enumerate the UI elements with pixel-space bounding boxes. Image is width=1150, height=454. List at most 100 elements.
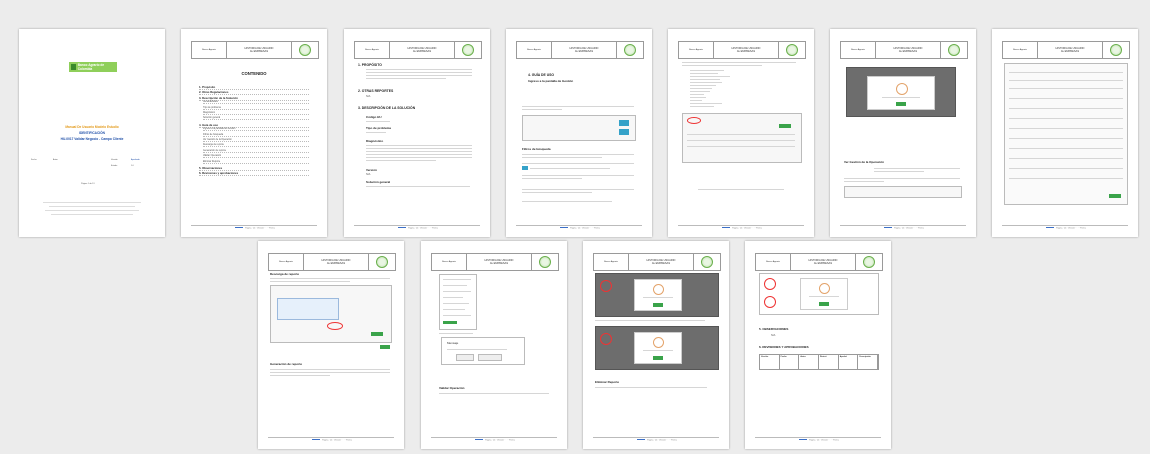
page-footer: Página · de · Versión · · · · Fecha xyxy=(755,436,881,441)
table-header-cell: Revisó xyxy=(819,355,839,369)
field-label: Versión xyxy=(366,168,377,172)
save-button xyxy=(1109,194,1121,198)
text-line xyxy=(844,181,884,182)
text-line xyxy=(530,168,610,169)
page-thumbnail-10[interactable]: Banco Agrario HISTORIA DE USUARIO AL EMPR… xyxy=(583,241,729,449)
section-heading: Descarga de reporte xyxy=(270,272,300,276)
text-line xyxy=(522,154,634,155)
page-thumbnail-3[interactable]: Banco Agrario HISTORIA DE USUARIO AL EMPR… xyxy=(344,29,490,237)
toc-item[interactable]: Generación de reporte xyxy=(203,150,309,153)
info-icon xyxy=(896,83,908,95)
toc-item[interactable]: 6. Revisiones y aprobaciones xyxy=(199,171,309,177)
page-thumbnail-7[interactable]: Banco Agrario HISTORIA DE USUARIO AL EMPR… xyxy=(992,29,1138,237)
menu-line xyxy=(443,285,467,286)
green-button xyxy=(371,332,383,336)
green-button xyxy=(380,345,390,349)
text-line xyxy=(366,69,472,70)
header-left: Banco Agrario xyxy=(269,254,304,270)
page-header: Banco Agrario HISTORIA DE USUARIO AL EMPR… xyxy=(191,41,319,59)
seal-icon xyxy=(1110,44,1122,56)
text-line xyxy=(522,106,634,107)
highlight-circle xyxy=(764,296,776,308)
section-heading: Filtros de búsqueda xyxy=(522,147,551,151)
toc-item[interactable]: Diagnóstico xyxy=(203,112,309,115)
footer-text: Página · de · Versión · · · · Fecha xyxy=(408,227,438,229)
form-line xyxy=(1009,148,1123,149)
page-thumbnail-11[interactable]: Banco Agrario HISTORIA DE USUARIO AL EMPR… xyxy=(745,241,891,449)
page-footer: Página · de · Versión · · · · Fecha xyxy=(516,224,642,229)
toc-item[interactable]: Ver Gestión de la Operación xyxy=(203,139,309,142)
text-line xyxy=(595,320,705,321)
section-heading: 6. REVISIONES Y APROBACIONES xyxy=(759,345,809,349)
text-line xyxy=(522,163,634,164)
table-line xyxy=(687,146,795,147)
text-line xyxy=(595,387,707,388)
page-header: Banco Agrario HISTORIA DE USUARIO AL EMPR… xyxy=(268,253,396,271)
header-subtitle: AL EMPRESAS xyxy=(813,262,833,265)
bank-logo: Banco Agrario de Colombia xyxy=(69,62,117,72)
screenshot-detail xyxy=(844,186,962,198)
section-value: N/A xyxy=(771,334,776,337)
menu-line xyxy=(443,297,463,298)
toc-item[interactable]: Eliminar Reporte xyxy=(203,161,309,164)
page-thumbnail-8[interactable]: Banco Agrario HISTORIA DE USUARIO AL EMPR… xyxy=(258,241,404,449)
form-line xyxy=(1009,138,1123,139)
section-subheading: Ingreso a la pantalla de Gestión xyxy=(528,79,574,83)
text-line xyxy=(882,97,920,98)
footer-text: Página · de · Versión · · · · Fecha xyxy=(809,439,839,441)
table-header-cell: Autor xyxy=(799,355,820,369)
field-label: Diagnóstico xyxy=(366,139,384,143)
section-heading: Validar Operación xyxy=(439,386,465,390)
page-thumbnail-4[interactable]: Banco Agrario HISTORIA DE USUARIO AL EMPR… xyxy=(506,29,652,237)
cover-page-label: Página 1 de 13 xyxy=(81,183,95,185)
page-thumbnail-2[interactable]: Banco Agrario HISTORIA DE USUARIO AL EMPR… xyxy=(181,29,327,237)
dialog-button xyxy=(478,354,502,361)
seal-icon xyxy=(786,44,798,56)
modal-dialog xyxy=(800,278,848,310)
toc-item[interactable]: Solución general xyxy=(203,117,309,121)
page-footer: Página · de · Versión · · · · Fecha xyxy=(1002,224,1128,229)
toc-item[interactable]: Filtros de búsqueda xyxy=(203,134,309,137)
toc-item[interactable]: 2. Otras Regulaciones xyxy=(199,90,309,96)
header-left: Banco Agrario xyxy=(192,42,227,58)
toc-item[interactable]: 5. Observaciones xyxy=(199,166,309,171)
toc-item[interactable]: Tipo de problema xyxy=(203,107,309,110)
footer-mark-icon xyxy=(560,226,569,229)
section-value: N/A xyxy=(366,95,371,98)
toc-item[interactable]: Ingreso a la pantalla de Gestión xyxy=(203,128,309,132)
bullet-line xyxy=(690,85,716,86)
header-subtitle: AL EMPRESAS xyxy=(898,50,918,53)
text-line xyxy=(522,157,602,158)
section-heading: 4. GUÍA DE USO xyxy=(528,73,555,77)
cover-meta-status: Aprobado xyxy=(131,159,140,161)
header-subtitle: AL EMPRESAS xyxy=(651,262,671,265)
header-left: Banco Agrario xyxy=(1003,42,1038,58)
section-heading: 1. PROPÓSITO xyxy=(358,63,382,67)
highlight-circle xyxy=(764,278,776,290)
header-subtitle: AL EMPRESAS xyxy=(574,50,594,53)
text-line xyxy=(366,154,472,155)
bullet-line xyxy=(690,76,730,77)
text-line xyxy=(366,160,436,161)
screenshot-menu xyxy=(439,274,477,330)
footer-mark-icon xyxy=(312,438,321,441)
page-thumbnail-6[interactable]: Banco Agrario HISTORIA DE USUARIO AL EMPR… xyxy=(830,29,976,237)
header-left: Banco Agrario xyxy=(594,254,629,270)
page-thumbnail-9[interactable]: Banco Agrario HISTORIA DE USUARIO AL EMPR… xyxy=(421,241,567,449)
menu-line xyxy=(443,315,471,316)
divider xyxy=(51,214,133,215)
footer-text: Página · de · Versión · · · · Fecha xyxy=(1056,227,1086,229)
header-subtitle: AL EMPRESAS xyxy=(489,262,509,265)
search-button xyxy=(619,129,629,135)
dialog-title: Mensaje xyxy=(447,341,459,345)
page-thumbnail-5[interactable]: Banco Agrario HISTORIA DE USUARIO AL EMPR… xyxy=(668,29,814,237)
form-line xyxy=(1009,108,1123,109)
menu-line xyxy=(443,303,469,304)
header-subtitle: AL EMPRESAS xyxy=(412,50,432,53)
toc-item[interactable]: Descarga de reporte xyxy=(203,144,309,148)
toc-item[interactable]: 1. Propósito xyxy=(199,85,309,90)
footer-text: Página · de · Versión · · · · Fecha xyxy=(245,227,275,229)
toc-item[interactable]: Generalidades xyxy=(203,101,309,105)
page-thumbnail-1[interactable]: Banco Agrario de Colombia Manual De Usua… xyxy=(19,29,165,237)
toc-item[interactable]: Validar Operación xyxy=(203,155,309,159)
